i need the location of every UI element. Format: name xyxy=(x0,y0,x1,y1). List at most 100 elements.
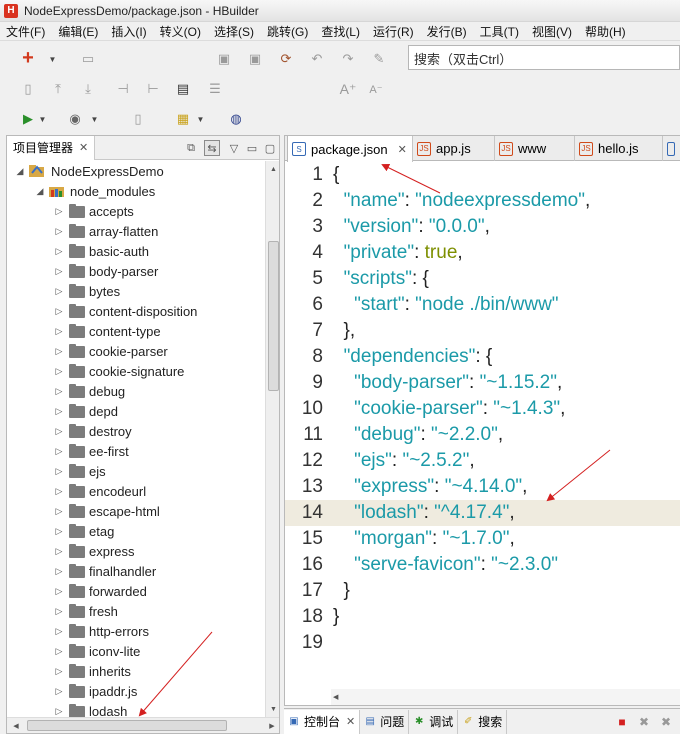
search-input[interactable]: 搜索（双击Ctrl） xyxy=(408,45,680,70)
menu-item[interactable]: 查找(L) xyxy=(321,23,360,40)
save-all-icon[interactable]: ▣ xyxy=(245,49,265,69)
tab-console[interactable]: ▣ 控制台 ✕ xyxy=(284,709,361,734)
device-icon[interactable]: ▦ xyxy=(173,109,193,129)
code-line[interactable]: 15 "morgan": "~1.7.0", xyxy=(285,526,680,552)
outline-icon[interactable]: ☰ xyxy=(205,79,225,99)
stop-icon[interactable]: ■ xyxy=(614,714,630,730)
collapse-all-icon[interactable]: ⧉ xyxy=(183,140,199,156)
tree-node-modules-row[interactable]: ◢ node_modules xyxy=(7,181,265,201)
preview-icon[interactable]: ▯ xyxy=(128,109,148,129)
tree-folder-row[interactable]: ▷ array-flatten xyxy=(7,221,265,241)
tree-folder-row[interactable]: ▷ finalhandler xyxy=(7,561,265,581)
comment-icon[interactable]: ▤ xyxy=(173,79,193,99)
code-line[interactable]: 9 "body-parser": "~1.15.2", xyxy=(285,370,680,396)
code-line[interactable]: 16 "serve-favicon": "~2.3.0" xyxy=(285,552,680,578)
editor-tab[interactable]: JS hello.js xyxy=(575,136,663,161)
maximize-icon[interactable]: ▢ xyxy=(262,140,278,156)
tree-folder-row[interactable]: ▷ content-type xyxy=(7,321,265,341)
font-decrease-icon[interactable]: A⁻ xyxy=(366,79,386,99)
collapsed-arrow-icon[interactable]: ▷ xyxy=(54,246,64,256)
collapsed-arrow-icon[interactable]: ▷ xyxy=(54,646,64,656)
link-editor-icon[interactable]: ⇆ xyxy=(204,140,220,156)
collapsed-arrow-icon[interactable]: ▷ xyxy=(54,486,64,496)
prev-bookmark-icon[interactable]: ⤒ xyxy=(48,79,68,99)
collapsed-arrow-icon[interactable]: ▷ xyxy=(54,286,64,296)
browser-icon[interactable]: ◉ xyxy=(65,109,85,129)
collapsed-arrow-icon[interactable]: ▷ xyxy=(54,406,64,416)
tree-folder-row[interactable]: ▷ depd xyxy=(7,401,265,421)
more-tabs-icon[interactable] xyxy=(663,136,680,161)
menu-item[interactable]: 跳转(G) xyxy=(267,23,308,40)
tab-project-manager[interactable]: 项目管理器 ✕ xyxy=(7,136,96,160)
code-line[interactable]: 4 "private": true, xyxy=(285,240,680,266)
menu-item[interactable]: 文件(F) xyxy=(6,23,45,40)
close-icon[interactable]: ✕ xyxy=(79,141,88,154)
tree-folder-row[interactable]: ▷ debug xyxy=(7,381,265,401)
tree-folder-row[interactable]: ▷ fresh xyxy=(7,601,265,621)
scroll-up-icon[interactable]: ▲ xyxy=(266,163,279,175)
code-line[interactable]: 7 }, xyxy=(285,318,680,344)
tree-folder-row[interactable]: ▷ escape-html xyxy=(7,501,265,521)
collapsed-arrow-icon[interactable]: ▷ xyxy=(54,546,64,556)
bookmark-icon[interactable]: ▯ xyxy=(18,79,38,99)
expand-icon[interactable]: ⊢ xyxy=(143,79,163,99)
tree-folder-row[interactable]: ▷ ejs xyxy=(7,461,265,481)
menu-item[interactable]: 工具(T) xyxy=(480,23,519,40)
code-line[interactable]: 2 "name": "nodeexpressdemo", xyxy=(285,188,680,214)
tree-folder-row[interactable]: ▷ body-parser xyxy=(7,261,265,281)
collapsed-arrow-icon[interactable]: ▷ xyxy=(54,306,64,316)
code-line[interactable]: 12 "ejs": "~2.5.2", xyxy=(285,448,680,474)
tree-folder-row[interactable]: ▷ content-disposition xyxy=(7,301,265,321)
device-dropdown-icon[interactable]: ▼ xyxy=(196,115,205,124)
undo-icon[interactable]: ↶ xyxy=(307,49,327,69)
menu-item[interactable]: 编辑(E) xyxy=(58,23,98,40)
editor-horizontal-scrollbar[interactable]: ◀ xyxy=(331,689,680,705)
tree-folder-row[interactable]: ▷ encodeurl xyxy=(7,481,265,501)
view-menu-icon[interactable]: ▽ xyxy=(226,140,242,156)
scrollbar-thumb[interactable] xyxy=(27,720,227,731)
collapsed-arrow-icon[interactable]: ▷ xyxy=(54,586,64,596)
tree-folder-row[interactable]: ▷ accepts xyxy=(7,201,265,221)
refresh-icon[interactable]: ⟳ xyxy=(276,49,296,69)
scroll-left-icon[interactable]: ◀ xyxy=(9,718,23,733)
collapsed-arrow-icon[interactable]: ▷ xyxy=(54,266,64,276)
tree-folder-row[interactable]: ▷ cookie-signature xyxy=(7,361,265,381)
collapsed-arrow-icon[interactable]: ▷ xyxy=(54,326,64,336)
tree-folder-row[interactable]: ▷ destroy xyxy=(7,421,265,441)
font-increase-icon[interactable]: A⁺ xyxy=(338,79,358,99)
tab-search[interactable]: ✐ 搜索 xyxy=(458,709,508,734)
menu-item[interactable]: 转义(O) xyxy=(160,23,201,40)
close-icon[interactable]: ✕ xyxy=(346,715,355,728)
tree-folder-row[interactable]: ▷ basic-auth xyxy=(7,241,265,261)
menu-item[interactable]: 帮助(H) xyxy=(585,23,626,40)
editor-tab[interactable]: JS app.js xyxy=(413,136,495,161)
collapsed-arrow-icon[interactable]: ▷ xyxy=(54,566,64,576)
next-bookmark-icon[interactable]: ⤓ xyxy=(78,79,98,99)
menu-item[interactable]: 视图(V) xyxy=(532,23,572,40)
new-icon[interactable]: + xyxy=(18,47,38,69)
format-icon[interactable]: ✎ xyxy=(369,49,389,69)
collapsed-arrow-icon[interactable]: ▷ xyxy=(54,426,64,436)
run-icon[interactable]: ▶ xyxy=(18,109,38,129)
save-icon[interactable]: ▣ xyxy=(214,49,234,69)
tree-folder-row[interactable]: ▷ express xyxy=(7,541,265,561)
remove-all-icon[interactable]: ✖ xyxy=(658,714,674,730)
collapsed-arrow-icon[interactable]: ▷ xyxy=(54,346,64,356)
collapsed-arrow-icon[interactable]: ▷ xyxy=(54,606,64,616)
code-line[interactable]: 13 "express": "~4.14.0", xyxy=(285,474,680,500)
editor-tab[interactable]: JS www xyxy=(495,136,575,161)
editor-tab[interactable]: Spackage.json ✕ xyxy=(287,136,413,162)
browser-dropdown-icon[interactable]: ▼ xyxy=(90,115,99,124)
menu-item[interactable]: 运行(R) xyxy=(373,23,414,40)
collapsed-arrow-icon[interactable]: ▷ xyxy=(54,466,64,476)
tree-folder-row[interactable]: ▷ etag xyxy=(7,521,265,541)
run-dropdown-icon[interactable]: ▼ xyxy=(38,115,47,124)
code-line[interactable]: 3 "version": "0.0.0", xyxy=(285,214,680,240)
tab-debug[interactable]: ✱ 调试 xyxy=(409,709,459,734)
menu-item[interactable]: 选择(S) xyxy=(214,23,254,40)
code-line[interactable]: 6 "start": "node ./bin/www" xyxy=(285,292,680,318)
code-line[interactable]: 8 "dependencies": { xyxy=(285,344,680,370)
code-line[interactable]: 18} xyxy=(285,604,680,630)
tab-problems[interactable]: ▤ 问题 xyxy=(360,709,410,734)
code-line[interactable]: 17 } xyxy=(285,578,680,604)
